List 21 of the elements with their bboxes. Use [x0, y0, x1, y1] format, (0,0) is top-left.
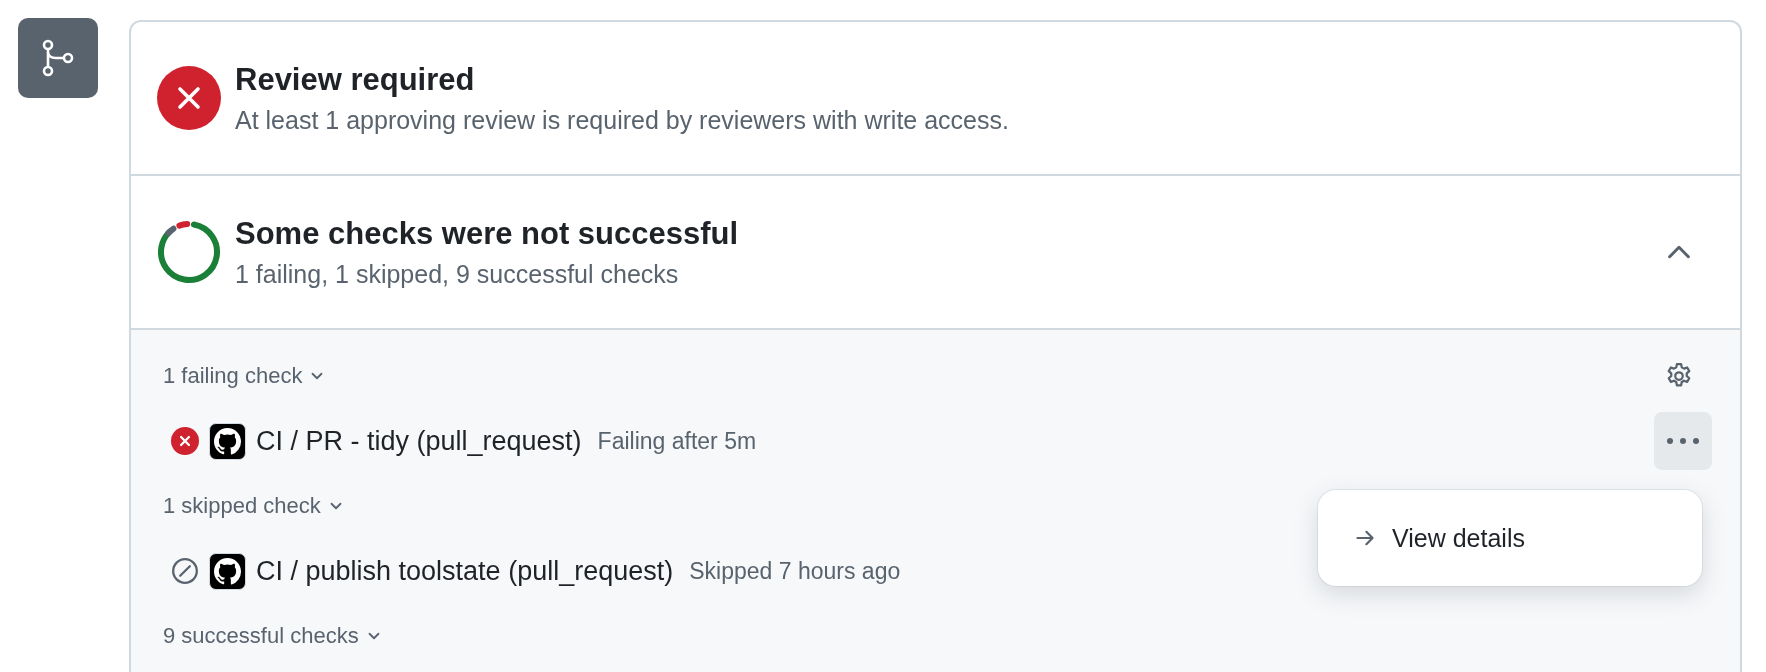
checks-title: Some checks were not successful — [235, 215, 740, 252]
failure-icon — [157, 66, 221, 130]
check-group-toggle[interactable]: 1 skipped check — [163, 493, 345, 519]
check-group-toggle[interactable]: 9 successful checks — [163, 623, 383, 649]
check-status-text: Skipped 7 hours ago — [689, 557, 902, 585]
skipped-icon — [171, 557, 199, 585]
review-title: Review required — [235, 61, 476, 98]
more-options-button[interactable] — [1654, 412, 1712, 470]
github-logo-icon — [209, 422, 246, 460]
check-status-text: Failing after 5m — [597, 427, 758, 455]
checks-summary: 1 failing, 1 skipped, 9 successful checks — [235, 259, 680, 289]
review-description: At least 1 approving review is required by reviewers with write access. — [235, 105, 1010, 135]
check-name: CI / publish toolstate (pull_request) — [256, 555, 674, 587]
branch-icon — [18, 18, 98, 98]
check-name: CI / PR - tidy (pull_request) — [256, 425, 582, 457]
check-group-toggle[interactable]: 1 failing check — [163, 363, 327, 389]
failure-icon — [171, 427, 199, 455]
menu-item[interactable]: View details — [1318, 508, 1702, 568]
more-icon — [1666, 437, 1700, 445]
github-logo-icon — [209, 552, 246, 590]
checks-progress-icon — [157, 220, 221, 284]
